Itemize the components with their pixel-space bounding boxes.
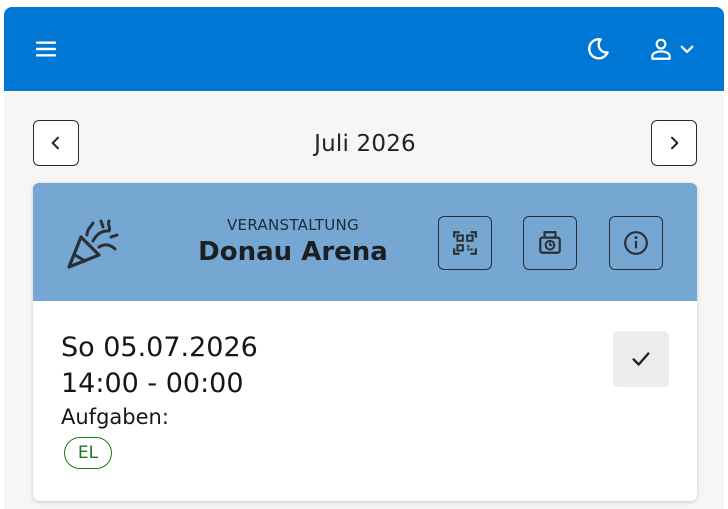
task-badge: EL xyxy=(64,437,112,469)
print-timer-button[interactable] xyxy=(523,216,577,270)
event-card-body: So 05.07.2026 14:00 - 00:00 Aufgaben: EL xyxy=(33,301,697,501)
chevron-right-icon xyxy=(671,136,679,150)
moon-icon xyxy=(588,38,609,60)
top-app-bar xyxy=(4,7,724,91)
chevron-down-icon xyxy=(680,45,694,54)
checkmark-icon xyxy=(632,352,650,366)
user-menu-button[interactable] xyxy=(640,29,704,69)
info-button[interactable] xyxy=(609,216,663,270)
event-date: So 05.07.2026 xyxy=(61,332,258,363)
event-card-header: VERANSTALTUNG Donau Arena xyxy=(33,183,697,301)
event-type-label: VERANSTALTUNG xyxy=(227,216,359,234)
tasks-label: Aufgaben: xyxy=(61,405,169,429)
qr-code-icon xyxy=(453,231,477,255)
party-popper-icon xyxy=(67,219,119,269)
confirm-button[interactable] xyxy=(613,331,669,387)
month-label: Juli 2026 xyxy=(314,131,416,157)
event-name: Donau Arena xyxy=(198,237,388,267)
month-navigation: Juli 2026 xyxy=(33,120,697,168)
info-icon xyxy=(624,231,648,255)
next-month-button[interactable] xyxy=(651,120,697,166)
theme-toggle-button[interactable] xyxy=(580,31,616,67)
hamburger-menu-icon xyxy=(36,41,56,57)
app-frame: Juli 2026 VERANSTALTUNG Donau Arena So 0… xyxy=(4,7,724,509)
event-time: 14:00 - 00:00 xyxy=(61,368,244,399)
print-timer-icon xyxy=(539,231,561,254)
menu-button[interactable] xyxy=(28,31,64,67)
qr-code-button[interactable] xyxy=(438,216,492,270)
event-card: VERANSTALTUNG Donau Arena So 05.07.2026 … xyxy=(33,183,697,501)
user-icon xyxy=(651,38,671,60)
